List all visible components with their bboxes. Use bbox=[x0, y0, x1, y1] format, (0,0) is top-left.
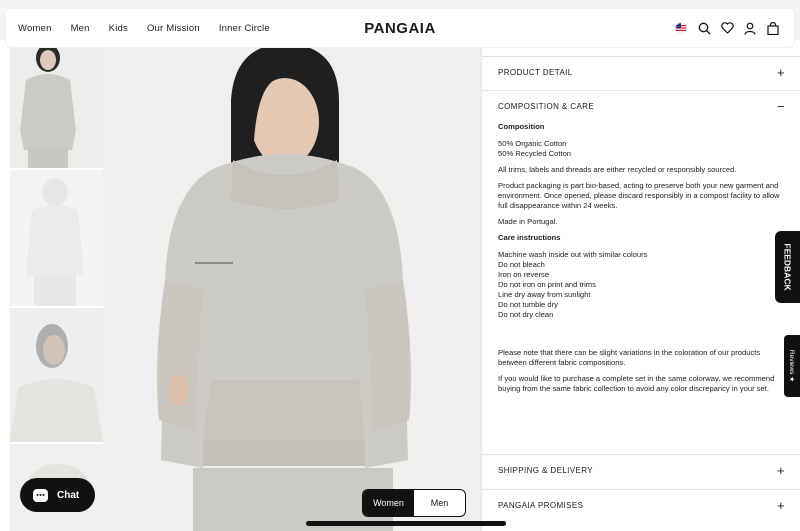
composition-line: 50% Organic Cotton bbox=[498, 139, 567, 148]
chat-bubble-icon bbox=[33, 488, 48, 502]
feedback-label: FEEDBACK bbox=[782, 243, 793, 291]
site-header: Women Men Kids Our Mission Inner Circle … bbox=[6, 9, 794, 47]
accordion-label: COMPOSITION & CARE bbox=[498, 102, 595, 111]
accordion-label: SHIPPING & DELIVERY bbox=[498, 466, 594, 475]
toggle-men[interactable]: Men bbox=[414, 490, 465, 516]
nav-link-our-mission[interactable]: Our Mission bbox=[147, 23, 200, 34]
main-product-image[interactable] bbox=[103, 40, 481, 531]
nav-link-inner-circle[interactable]: Inner Circle bbox=[219, 23, 270, 34]
header-icons bbox=[674, 9, 780, 47]
plus-icon[interactable]: + bbox=[777, 499, 785, 512]
accordion-label: PANGAIA PROMISES bbox=[498, 501, 584, 510]
minus-icon[interactable]: − bbox=[777, 100, 785, 113]
care-item: Iron on reverse bbox=[498, 270, 550, 279]
composition-line: 50% Recycled Cotton bbox=[498, 149, 572, 158]
gender-toggle: Women Men bbox=[362, 489, 466, 517]
accordion-composition-care[interactable]: COMPOSITION & CARE − bbox=[482, 90, 800, 122]
composition-heading: Composition bbox=[498, 122, 545, 131]
bag-icon[interactable] bbox=[766, 21, 780, 35]
set-note: If you would like to purchase a complete… bbox=[498, 374, 775, 393]
care-heading: Care instructions bbox=[498, 233, 561, 242]
thumbnail-back[interactable] bbox=[10, 170, 103, 306]
variation-note: Please note that there can be slight var… bbox=[498, 348, 761, 367]
accordion-label: PRODUCT DETAIL bbox=[498, 68, 573, 77]
composition-list: 50% Organic Cotton 50% Recycled Cotton bbox=[498, 139, 788, 159]
nav-link-kids[interactable]: Kids bbox=[109, 23, 128, 34]
thumbnail-closeup[interactable] bbox=[10, 308, 103, 442]
toggle-women[interactable]: Women bbox=[363, 490, 414, 516]
accordion-product-detail[interactable]: PRODUCT DETAIL + bbox=[482, 56, 800, 88]
accordion-shipping-delivery[interactable]: SHIPPING & DELIVERY + bbox=[482, 454, 800, 486]
plus-icon[interactable]: + bbox=[777, 66, 785, 79]
us-flag-icon[interactable] bbox=[674, 21, 688, 35]
composition-care-content: Composition 50% Organic Cotton 50% Recyc… bbox=[498, 122, 788, 400]
thumbnail-front[interactable] bbox=[10, 40, 103, 168]
chat-button[interactable]: Chat bbox=[20, 478, 95, 512]
thumbnail-gallery bbox=[0, 40, 103, 531]
care-item: Machine wash inside out with similar col… bbox=[498, 250, 648, 259]
product-info-panel: PRODUCT DETAIL + COMPOSITION & CARE − Co… bbox=[481, 40, 800, 531]
chat-label: Chat bbox=[57, 489, 80, 501]
care-item: Do not tumble dry bbox=[498, 300, 558, 309]
care-item: Do not bleach bbox=[498, 260, 545, 269]
origin-text: Made in Portugal. bbox=[498, 217, 558, 226]
nav-link-women[interactable]: Women bbox=[18, 23, 52, 34]
user-icon[interactable] bbox=[743, 21, 757, 35]
nav-link-men[interactable]: Men bbox=[71, 23, 90, 34]
trims-text: All trims, labels and threads are either… bbox=[498, 165, 737, 174]
packaging-text: Product packaging is part bio-based, act… bbox=[498, 181, 780, 210]
plus-icon[interactable]: + bbox=[777, 464, 785, 477]
brand-logo[interactable]: PANGAIA bbox=[364, 20, 436, 37]
heart-icon[interactable] bbox=[720, 21, 734, 35]
accordion-pangaia-promises[interactable]: PANGAIA PROMISES + bbox=[482, 489, 800, 521]
care-list: Machine wash inside out with similar col… bbox=[498, 250, 788, 320]
care-item: Line dry away from sunlight bbox=[498, 290, 591, 299]
reviews-label: Reviews ★ bbox=[788, 349, 796, 383]
care-item: Do not dry clean bbox=[498, 310, 554, 319]
main-nav: Women Men Kids Our Mission Inner Circle bbox=[6, 23, 289, 34]
reviews-tab[interactable]: Reviews ★ bbox=[784, 335, 800, 397]
home-indicator bbox=[306, 521, 506, 526]
feedback-tab[interactable]: FEEDBACK bbox=[775, 231, 800, 303]
care-item: Do not iron on print and trims bbox=[498, 280, 596, 289]
search-icon[interactable] bbox=[697, 21, 711, 35]
